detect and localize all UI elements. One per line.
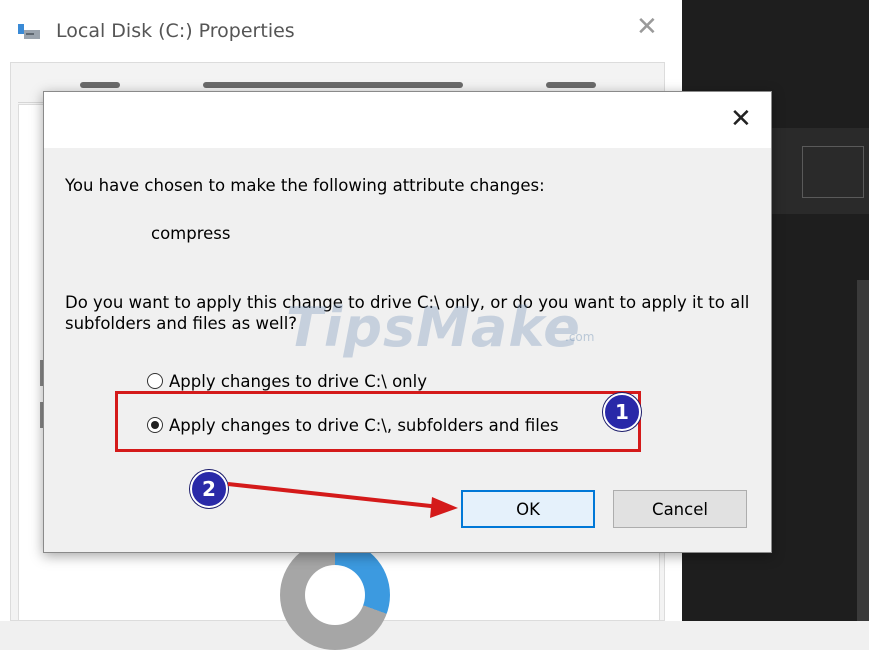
disk-usage-donut	[280, 540, 390, 650]
cancel-button[interactable]: Cancel	[613, 490, 747, 528]
dialog-message: You have chosen to make the following at…	[65, 176, 545, 195]
background-scrollbar	[857, 280, 869, 621]
drive-icon	[18, 24, 40, 39]
dialog-titlebar: ✕	[44, 92, 771, 148]
ok-button[interactable]: OK	[461, 490, 595, 528]
radio-label: Apply changes to drive C:\ only	[169, 371, 427, 391]
step-badge-1: 1	[603, 393, 641, 431]
step-badge-2: 2	[190, 470, 228, 508]
highlight-box	[115, 391, 641, 452]
watermark-logo: TipsMake	[286, 296, 581, 359]
attribute-name: compress	[151, 224, 231, 243]
radio-button-icon[interactable]	[147, 373, 163, 389]
properties-titlebar: Local Disk (C:) Properties ✕	[0, 0, 682, 62]
properties-close-icon[interactable]: ✕	[636, 14, 658, 40]
properties-title: Local Disk (C:) Properties	[56, 20, 295, 42]
radio-option-drive-only[interactable]: Apply changes to drive C:\ only	[147, 369, 427, 393]
close-icon[interactable]: ✕	[730, 106, 752, 132]
watermark-suffix: .com	[565, 330, 595, 344]
background-input-box	[802, 146, 864, 198]
